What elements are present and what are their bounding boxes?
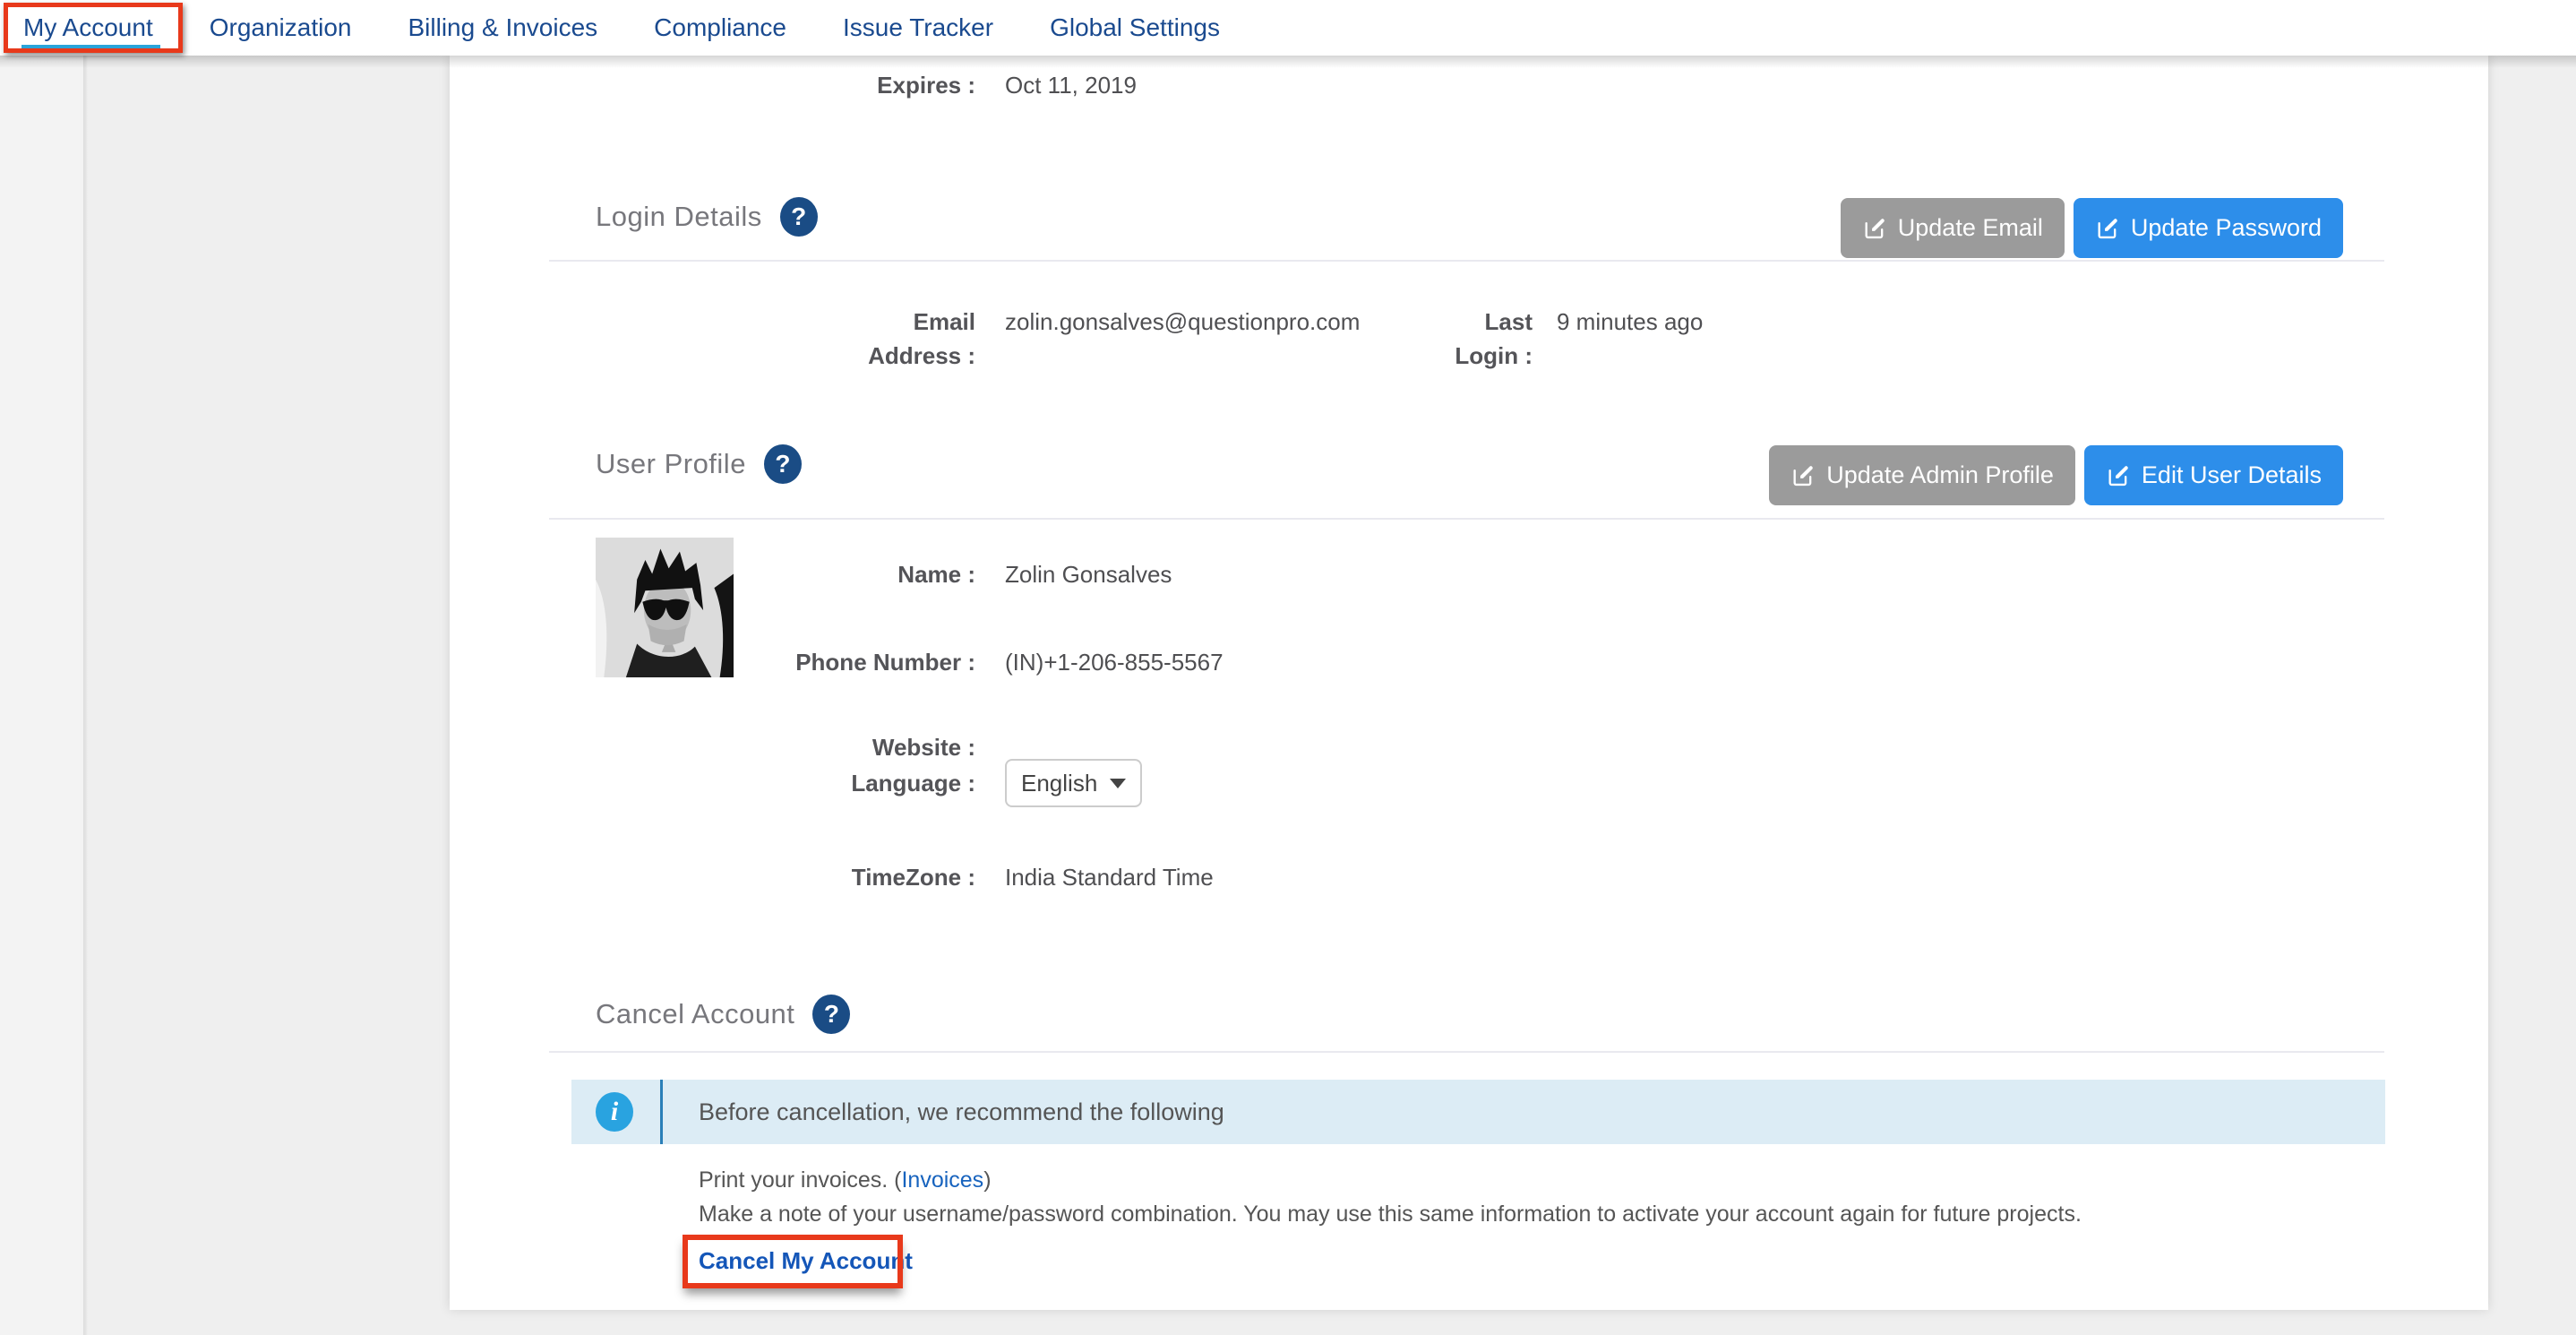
edit-icon	[1862, 216, 1887, 241]
phone-label: Phone Number :	[450, 645, 975, 679]
invoices-link[interactable]: Invoices	[901, 1167, 983, 1193]
email-label: Email Address :	[450, 305, 975, 373]
timezone-row: TimeZone : India Standard Time	[450, 860, 1214, 894]
language-label: Language :	[450, 766, 975, 800]
tab-issue-tracker[interactable]: Issue Tracker	[843, 0, 993, 56]
name-row: Name : Zolin Gonsalves	[450, 557, 1172, 591]
update-email-button[interactable]: Update Email	[1841, 198, 2065, 258]
cancellation-info-banner: i Before cancellation, we recommend the …	[571, 1080, 2385, 1144]
invoices-line: Print your invoices. (Invoices)	[699, 1167, 992, 1193]
login-details-header: Login Details ?	[596, 197, 818, 237]
expires-value: Oct 11, 2019	[1005, 68, 1137, 102]
name-label: Name :	[450, 557, 975, 591]
banner-divider	[660, 1080, 663, 1144]
section-divider	[549, 260, 2384, 262]
tab-global-settings[interactable]: Global Settings	[1050, 0, 1220, 56]
update-password-button[interactable]: Update Password	[2074, 198, 2343, 258]
tab-compliance[interactable]: Compliance	[654, 0, 786, 56]
banner-text: Before cancellation, we recommend the fo…	[699, 1098, 1224, 1126]
cancel-my-account-link[interactable]: Cancel My Account	[699, 1247, 913, 1275]
login-details-buttons: Update Email Update Password	[1841, 198, 2343, 258]
edit-icon	[2095, 216, 2120, 241]
section-divider	[549, 1051, 2384, 1053]
language-select[interactable]: English	[1005, 759, 1142, 807]
login-details-help-icon[interactable]: ?	[780, 197, 818, 237]
update-email-label: Update Email	[1898, 214, 2043, 242]
language-select-value: English	[1021, 766, 1097, 800]
timezone-label: TimeZone :	[450, 860, 975, 894]
update-password-label: Update Password	[2131, 214, 2322, 242]
update-admin-profile-label: Update Admin Profile	[1826, 461, 2054, 489]
note-line: Make a note of your username/password co…	[699, 1202, 2082, 1227]
phone-value: (IN)+1-206-855-5567	[1005, 645, 1224, 679]
last-login-label: Last Login :	[1435, 305, 1533, 373]
cancel-account-header: Cancel Account ?	[596, 995, 850, 1034]
user-profile-buttons: Update Admin Profile Edit User Details	[1769, 445, 2343, 505]
phone-row: Phone Number : (IN)+1-206-855-5567	[450, 645, 1224, 679]
language-row: Language : English	[450, 759, 1142, 807]
info-icon: i	[596, 1092, 633, 1132]
name-value: Zolin Gonsalves	[1005, 557, 1172, 591]
timezone-value: India Standard Time	[1005, 860, 1214, 894]
edit-user-details-label: Edit User Details	[2142, 461, 2322, 489]
edit-icon	[2106, 463, 2131, 488]
last-login-value: 9 minutes ago	[1557, 305, 1703, 373]
login-details-title: Login Details	[596, 201, 762, 233]
tab-billing-invoices[interactable]: Billing & Invoices	[408, 0, 598, 56]
nav-drop-shadow	[0, 56, 2576, 68]
top-navigation: My Account Organization Billing & Invoic…	[0, 0, 2576, 56]
update-admin-profile-button[interactable]: Update Admin Profile	[1769, 445, 2075, 505]
section-divider	[549, 518, 2384, 520]
email-row: Email Address : zolin.gonsalves@question…	[450, 305, 1703, 373]
invoices-line-suffix: )	[983, 1167, 991, 1193]
invoices-line-prefix: Print your invoices. (	[699, 1167, 901, 1193]
settings-content-card: Expires : Oct 11, 2019 Login Details ? U…	[450, 56, 2488, 1310]
user-profile-header: User Profile ?	[596, 444, 802, 484]
edit-icon	[1790, 463, 1816, 488]
cancel-account-help-icon[interactable]: ?	[812, 995, 850, 1034]
user-profile-help-icon[interactable]: ?	[764, 444, 802, 484]
left-gutter	[0, 56, 85, 1335]
left-gutter-seam	[83, 56, 88, 1335]
edit-user-details-button[interactable]: Edit User Details	[2084, 445, 2343, 505]
user-profile-title: User Profile	[596, 448, 746, 480]
cancel-account-title: Cancel Account	[596, 998, 794, 1030]
tab-organization[interactable]: Organization	[210, 0, 352, 56]
tab-my-account[interactable]: My Account	[23, 0, 153, 56]
chevron-down-icon	[1110, 779, 1126, 788]
expires-row: Expires : Oct 11, 2019	[450, 68, 1137, 102]
expires-label: Expires :	[450, 68, 975, 102]
email-value: zolin.gonsalves@questionpro.com	[1005, 305, 1435, 373]
